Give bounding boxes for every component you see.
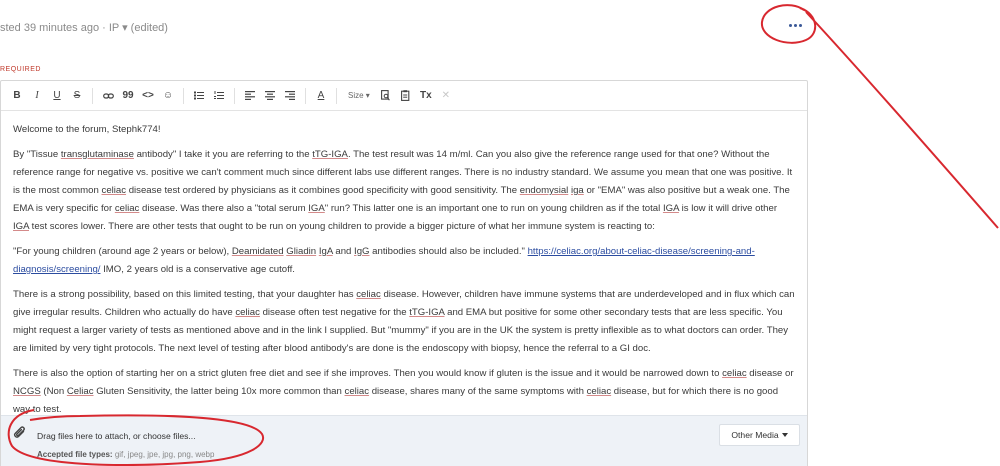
align-right-button[interactable] [280, 85, 300, 107]
spellcheck-word: celiac [722, 368, 747, 379]
bullet-list-button[interactable] [189, 85, 209, 107]
spellcheck-word: tTG-IGA [409, 307, 445, 318]
link-button[interactable] [98, 85, 118, 107]
underline-button[interactable]: U [47, 85, 67, 107]
chevron-down-icon [781, 433, 788, 437]
spellcheck-word: Deamidated [231, 246, 284, 257]
reply-editor[interactable]: B I U S 99 <> ☺ A Size ▾ Tx ✕ Welcome to… [0, 80, 808, 466]
other-media-label: Other Media [731, 430, 779, 440]
required-label: REQUIRED [0, 66, 41, 73]
remove-button[interactable]: ✕ [436, 85, 456, 107]
document-search-icon [381, 90, 391, 101]
spellcheck-word: Celiac [66, 386, 94, 397]
align-center-button[interactable] [260, 85, 280, 107]
spellcheck-word: IGA [13, 221, 29, 232]
spellcheck-word: IgG [354, 246, 370, 257]
clear-format-button[interactable]: Tx [416, 85, 436, 107]
spellcheck-word: iga [570, 185, 584, 196]
bold-button[interactable]: B [7, 85, 27, 107]
italic-button[interactable]: I [27, 85, 47, 107]
accepted-types-label: Accepted file types: [37, 450, 113, 459]
more-dots-icon [788, 23, 802, 27]
align-center-icon [265, 91, 275, 100]
spellcheck-word: endomysial [519, 185, 569, 196]
spellcheck-word: IGA [308, 203, 325, 214]
content-paragraph: There is a strong possibility, based on … [13, 289, 795, 354]
align-left-icon [245, 91, 255, 100]
font-size-dropdown[interactable]: Size ▾ [342, 91, 376, 100]
content-link[interactable]: https://celiac.org/about-celiac-disease/… [13, 246, 755, 275]
align-left-button[interactable] [240, 85, 260, 107]
bullet-list-icon [194, 91, 204, 100]
paste-button[interactable] [396, 85, 416, 107]
spellcheck-word: Gliadin [286, 246, 317, 257]
spellcheck-word: tTG-IGA [312, 149, 348, 160]
spellcheck-word: NCGS [13, 386, 41, 397]
post-meta: sted 39 minutes ago · IP ▾ (edited) [0, 22, 168, 34]
editor-toolbar: B I U S 99 <> ☺ A Size ▾ Tx ✕ [1, 81, 807, 111]
content-paragraph: Welcome to the forum, Stephk774! [13, 124, 161, 135]
toolbar-divider [183, 87, 184, 104]
spellcheck-word: celiac [586, 386, 612, 397]
numbered-list-button[interactable] [209, 85, 229, 107]
editor-content[interactable]: Welcome to the forum, Stephk774! By "Tis… [1, 111, 807, 419]
emoji-button[interactable]: ☺ [158, 85, 178, 107]
strikethrough-button[interactable]: S [67, 85, 87, 107]
drag-files-label[interactable]: Drag files here to attach, or choose fil… [37, 431, 196, 441]
spellcheck-word: IGA [662, 203, 679, 214]
link-icon [102, 92, 114, 99]
accepted-types-value: gif, jpeg, jpe, jpg, png, webp [114, 450, 215, 459]
content-paragraph: There is also the option of starting her… [13, 368, 794, 415]
other-media-button[interactable]: Other Media [719, 424, 800, 446]
spellcheck-word: IgA [318, 246, 333, 257]
spellcheck-word: celiac [235, 307, 260, 318]
numbered-list-icon [214, 91, 224, 99]
toolbar-divider [92, 87, 93, 104]
content-paragraph: By "Tissue transglutaminase antibody" I … [13, 149, 793, 232]
code-button[interactable]: <> [138, 85, 158, 107]
more-options-button[interactable] [784, 16, 806, 34]
paperclip-icon[interactable] [13, 425, 27, 441]
quote-button[interactable]: 99 [118, 85, 138, 107]
font-size-label: Size [348, 91, 364, 100]
spellcheck-word: celiac [344, 386, 370, 397]
toolbar-divider [336, 87, 337, 104]
toolbar-divider [305, 87, 306, 104]
attachment-dropzone[interactable]: Drag files here to attach, or choose fil… [1, 415, 807, 466]
annotation-arrow-line [805, 11, 999, 229]
content-paragraph: "For young children (around age 2 years … [13, 246, 755, 275]
spellcheck-word: transglutaminase [60, 149, 134, 160]
spellcheck-word: celiac [114, 203, 140, 214]
clipboard-icon [400, 90, 410, 101]
spellcheck-word: celiac [101, 185, 127, 196]
toolbar-divider [234, 87, 235, 104]
accepted-file-types: Accepted file types: gif, jpeg, jpe, jpg… [37, 450, 214, 459]
spellcheck-word: celiac [356, 289, 381, 300]
align-right-icon [285, 91, 295, 100]
preview-button[interactable] [376, 85, 396, 107]
font-color-button[interactable]: A [311, 85, 331, 107]
